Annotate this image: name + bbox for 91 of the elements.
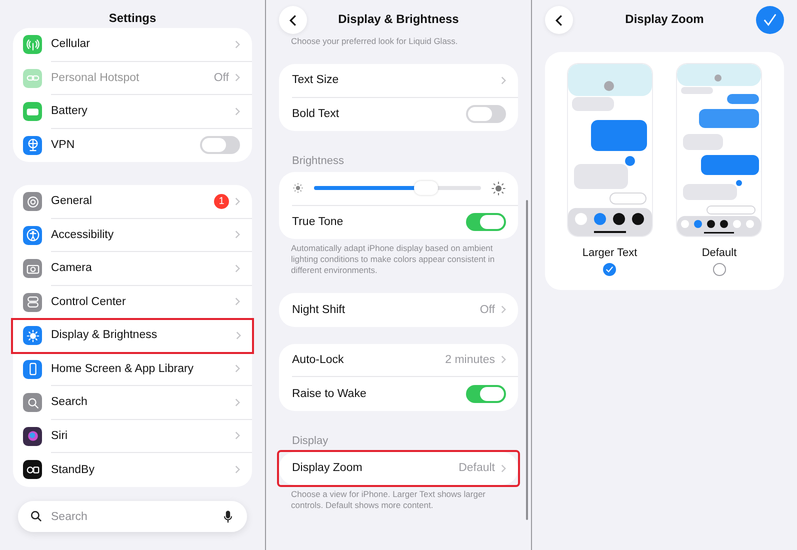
row-label: Bold Text xyxy=(292,108,340,120)
toggle-switch[interactable] xyxy=(200,136,240,154)
row-label: Search xyxy=(51,396,88,408)
chevron-icon xyxy=(235,297,240,306)
search-icon xyxy=(30,510,43,523)
settings-row[interactable]: Display Zoom Default xyxy=(279,452,518,485)
row-label: Raise to Wake xyxy=(292,388,368,400)
settings-row[interactable]: Camera xyxy=(13,252,252,286)
row-label: Accessibility xyxy=(51,228,115,241)
chevron-icon xyxy=(235,73,240,82)
microphone-icon xyxy=(223,510,233,524)
chevron-icon xyxy=(235,398,240,407)
row-label: Personal Hotspot xyxy=(51,72,140,84)
scrollbar[interactable] xyxy=(526,200,528,520)
settings-row[interactable]: StandBy xyxy=(13,453,252,486)
settings-row[interactable]: Raise to Wake xyxy=(279,377,518,410)
chevron-icon xyxy=(235,106,240,116)
row-label: VPN xyxy=(51,139,76,152)
row-value: Default xyxy=(458,462,495,474)
section-footer: Choose your preferred look for Liquid Glass. xyxy=(291,36,509,47)
chevron-icon xyxy=(501,355,506,364)
settings-row[interactable]: Battery xyxy=(13,95,252,128)
settings-row[interactable]: Control Center xyxy=(13,286,252,319)
row-label: Camera xyxy=(51,262,93,274)
screen-title: Display Zoom xyxy=(625,11,704,27)
search-field[interactable]: Search xyxy=(18,501,247,532)
chevron-icon xyxy=(235,431,240,440)
brightness-slider[interactable] xyxy=(314,180,481,196)
section-header: Display xyxy=(292,434,330,446)
back-chevron-icon xyxy=(289,14,297,26)
option-label: Larger Text xyxy=(582,247,638,259)
settings-row[interactable]: Bold Text xyxy=(279,98,518,131)
chevron-icon xyxy=(235,196,240,206)
settings-row[interactable]: VPN xyxy=(13,128,252,162)
chevron-icon xyxy=(235,364,240,374)
back-chevron-icon xyxy=(555,14,563,26)
settings-row[interactable]: Text Size xyxy=(279,64,518,98)
chevron-icon xyxy=(501,464,506,473)
search-input[interactable]: Search xyxy=(49,510,217,524)
bright-sun-icon xyxy=(491,180,506,196)
chevron-icon xyxy=(501,305,506,314)
row-value: 2 minutes xyxy=(445,354,495,366)
row-label: Night Shift xyxy=(292,304,346,316)
settings-row[interactable]: General 1 xyxy=(13,185,252,218)
back-button[interactable] xyxy=(279,6,307,34)
chevron-icon xyxy=(501,76,506,85)
row-label: Battery xyxy=(51,105,88,118)
settings-row[interactable]: Search xyxy=(13,386,252,420)
settings-row[interactable]: Display & Brightness xyxy=(12,319,253,352)
row-label: General xyxy=(51,195,93,208)
checkmark-icon xyxy=(762,12,778,28)
row-label: Display Zoom xyxy=(292,462,364,474)
row-label: Text Size xyxy=(292,74,340,86)
row-label: StandBy xyxy=(51,464,96,476)
settings-row[interactable]: Auto-Lock 2 minutes xyxy=(279,344,518,377)
section-footer: Choose a view for iPhone. Larger Text shows larger controls. Default shows more content. xyxy=(291,489,509,511)
screen-title: Settings xyxy=(108,10,156,26)
screen-title: Display & Brightness xyxy=(338,11,459,27)
row-label: True Tone xyxy=(292,216,344,228)
done-button[interactable] xyxy=(756,6,784,34)
row-label: Control Center xyxy=(51,296,127,308)
dim-sun-icon xyxy=(292,182,304,194)
row-label: Auto-Lock xyxy=(292,354,345,366)
row-label: Cellular xyxy=(51,38,91,50)
row-value: Off xyxy=(214,72,229,84)
chevron-icon xyxy=(235,465,240,474)
section-footer: Automatically adapt iPhone display based on ambient lighting conditions to make colors appear consistent in different environments. xyxy=(291,243,509,276)
radio-button[interactable] xyxy=(712,263,726,276)
settings-row[interactable]: Cellular xyxy=(13,28,252,62)
row-label: Home Screen & App Library xyxy=(51,362,195,375)
toggle-switch[interactable] xyxy=(466,105,506,124)
settings-row[interactable]: Siri xyxy=(13,420,252,453)
chevron-icon xyxy=(235,40,240,49)
section-header: Brightness xyxy=(292,155,345,167)
toggle-switch[interactable] xyxy=(466,384,506,403)
chevron-icon xyxy=(235,264,240,273)
settings-row[interactable]: Night Shift Off xyxy=(279,293,518,326)
settings-row[interactable]: True Tone xyxy=(279,206,518,239)
settings-row[interactable]: Home Screen & App Library xyxy=(13,352,252,386)
row-value: Off xyxy=(480,304,495,316)
radio-button[interactable] xyxy=(603,263,616,276)
toggle-switch[interactable] xyxy=(466,213,506,232)
chevron-icon xyxy=(235,230,240,240)
row-label: Display & Brightness xyxy=(51,329,158,342)
option-label: Default xyxy=(702,247,737,259)
back-button[interactable] xyxy=(545,6,573,34)
notification-badge: 1 xyxy=(214,194,229,209)
settings-row[interactable]: Accessibility xyxy=(13,218,252,252)
row-label: Siri xyxy=(51,430,69,442)
chevron-icon xyxy=(236,330,241,340)
checkmark-icon xyxy=(605,265,614,274)
